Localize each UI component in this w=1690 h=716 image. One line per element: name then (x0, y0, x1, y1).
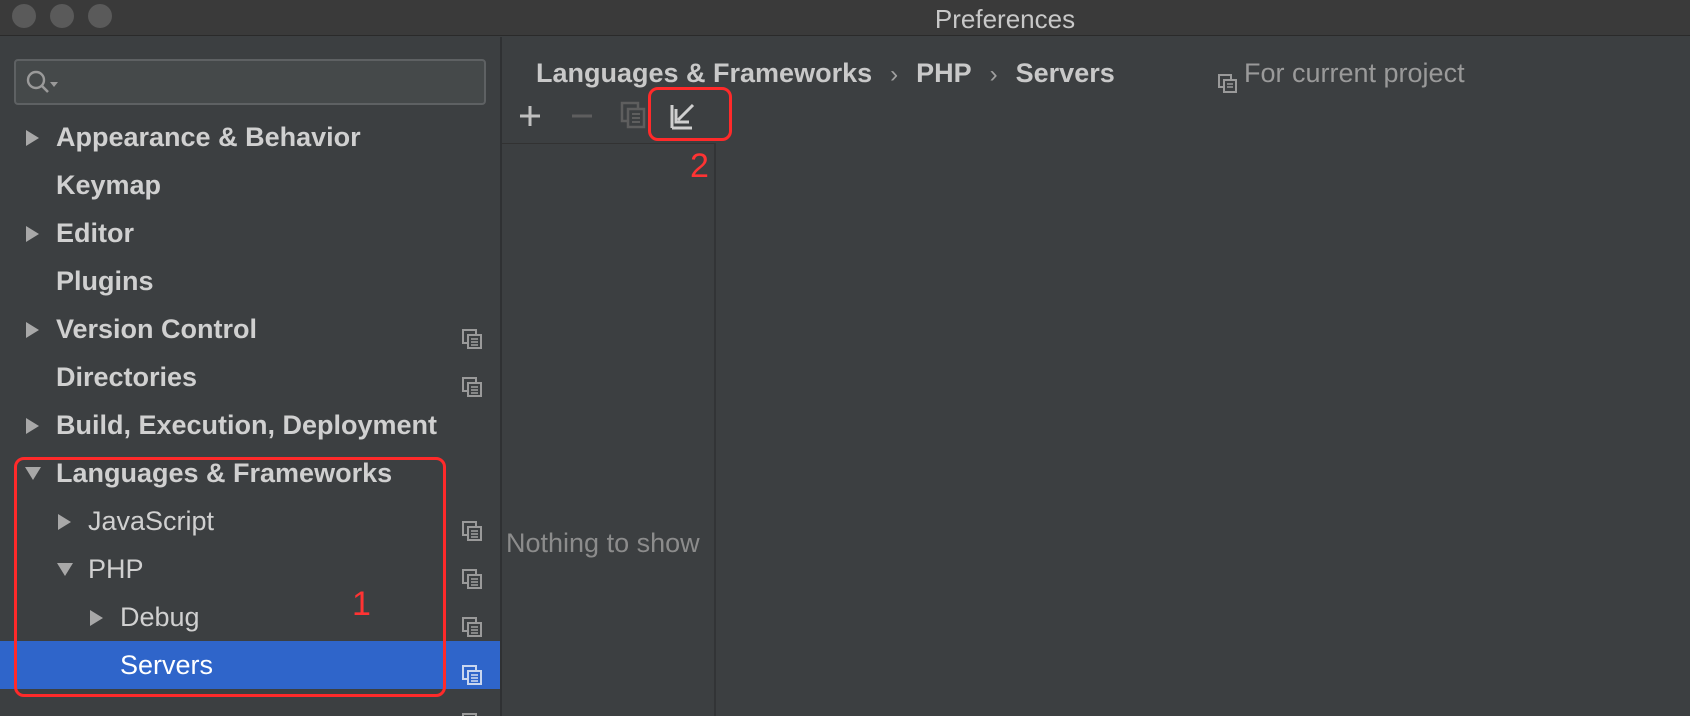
breadcrumb-item: Servers (1015, 58, 1115, 88)
annotation-box-2 (648, 87, 732, 141)
scope-label: For current project (1244, 58, 1465, 88)
sidebar-item-label: Build, Execution, Deployment (56, 410, 438, 440)
expand-arrow-icon[interactable] (24, 305, 44, 353)
search-input[interactable] (14, 59, 486, 105)
scope-indicator: For current project (1218, 51, 1465, 95)
project-scope-icon (462, 654, 484, 685)
search-icon[interactable] (26, 70, 66, 96)
breadcrumb: Languages & Frameworks › PHP › Servers (536, 51, 1115, 97)
project-scope-icon (462, 558, 484, 589)
window-title: Preferences (934, 4, 1076, 34)
project-scope-icon (462, 318, 484, 349)
sidebar-item-label: Version Control (56, 314, 258, 344)
plus-icon[interactable] (508, 95, 552, 139)
project-scope-icon (1218, 63, 1238, 93)
expand-arrow-icon[interactable] (24, 113, 44, 161)
sidebar-item-appearance-behavior[interactable]: Appearance & Behavior (0, 113, 500, 161)
annotation-box-1 (14, 457, 446, 697)
sidebar-item-editor[interactable]: Editor (0, 209, 500, 257)
expand-arrow-icon[interactable] (24, 209, 44, 257)
sidebar-item-version-control[interactable]: Version Control (0, 305, 500, 353)
project-scope-icon (462, 510, 484, 541)
sidebar-item-label: Plugins (56, 266, 154, 296)
minus-icon[interactable] (560, 95, 604, 139)
breadcrumb-item[interactable]: Languages & Frameworks (536, 58, 872, 88)
breadcrumb-separator: › (890, 61, 899, 88)
window-titlebar: Preferences (0, 0, 1690, 36)
expand-arrow-icon[interactable] (24, 401, 44, 449)
annotation-number-1: 1 (352, 585, 371, 623)
sidebar-item-plugins[interactable]: Plugins (0, 257, 500, 305)
servers-list[interactable]: Nothing to show (502, 143, 716, 716)
sidebar-item-build-execution-deployment[interactable]: Build, Execution, Deployment (0, 401, 500, 449)
project-scope-icon (462, 606, 484, 637)
sidebar-item-label: Directories (56, 362, 198, 392)
sidebar-item-directories[interactable]: Directories (0, 353, 500, 401)
breadcrumb-item[interactable]: PHP (916, 58, 972, 88)
breadcrumb-separator: › (989, 61, 998, 88)
sidebar-item-label: Keymap (56, 170, 162, 200)
empty-state-text: Nothing to show (506, 528, 700, 558)
project-scope-icon (462, 366, 484, 397)
sidebar-item-label: Editor (56, 218, 134, 248)
sidebar-item-label: Appearance & Behavior (56, 122, 361, 152)
main-panel: Languages & Frameworks › PHP › Servers For c… (502, 37, 1690, 716)
project-scope-icon (462, 702, 484, 716)
sidebar-item-keymap[interactable]: Keymap (0, 161, 500, 209)
settings-sidebar: Appearance & Behavior Keymap Editor Plug… (0, 37, 502, 716)
